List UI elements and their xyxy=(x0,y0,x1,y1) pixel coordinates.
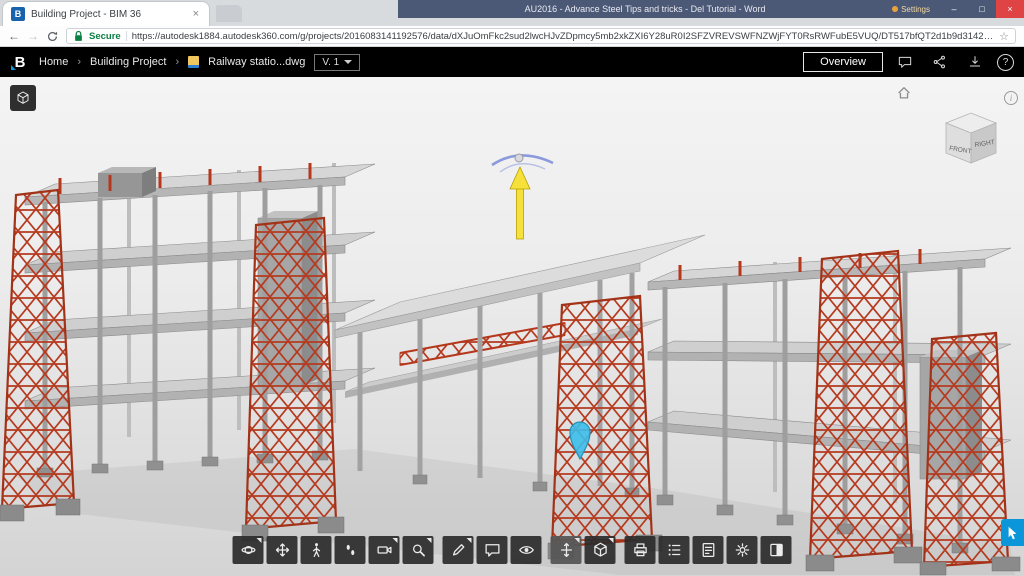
comments-button[interactable] xyxy=(892,50,918,74)
help-button[interactable]: ? xyxy=(997,54,1014,71)
padlock-icon xyxy=(73,30,84,42)
camera-icon xyxy=(375,541,393,559)
share-button[interactable] xyxy=(927,50,953,74)
url-text[interactable]: https://autodesk1884.autodesk360.com/g/p… xyxy=(132,31,994,42)
eye-icon xyxy=(517,541,535,559)
gear-icon xyxy=(733,541,751,559)
back-button[interactable]: ← xyxy=(8,30,20,42)
forward-button[interactable]: → xyxy=(27,30,39,42)
breadcrumb-project[interactable]: Building Project xyxy=(90,56,166,68)
omnibox-divider xyxy=(126,31,127,41)
version-label: V. 1 xyxy=(322,57,339,68)
flyout-arrow-icon xyxy=(257,538,262,543)
footprints-icon xyxy=(341,541,359,559)
move-button[interactable] xyxy=(551,536,582,564)
settings-label: Settings xyxy=(901,5,930,14)
print-button[interactable] xyxy=(625,536,656,564)
railway-station-3d-model[interactable] xyxy=(0,77,1024,576)
breadcrumb-home[interactable]: Home xyxy=(39,56,68,68)
display-settings-button[interactable] xyxy=(761,536,792,564)
viewer-toolbar xyxy=(233,536,792,564)
home-icon xyxy=(896,85,912,101)
version-dropdown[interactable]: V. 1 xyxy=(314,54,360,71)
cursor-icon xyxy=(1006,526,1019,540)
walk-icon xyxy=(307,541,325,559)
window-controls: – □ × xyxy=(940,0,1024,18)
zoom-icon xyxy=(409,541,427,559)
flyout-arrow-icon xyxy=(575,538,580,543)
share-icon xyxy=(932,54,948,70)
orbit-button[interactable] xyxy=(233,536,264,564)
markup-button[interactable] xyxy=(443,536,474,564)
comment-icon xyxy=(897,54,913,70)
new-tab-button[interactable] xyxy=(216,5,242,22)
model-browser-panel-button[interactable] xyxy=(10,85,36,111)
settings-tools-group xyxy=(625,536,792,564)
visibility-button[interactable] xyxy=(511,536,542,564)
maximize-button[interactable]: □ xyxy=(968,0,996,18)
refresh-button[interactable] xyxy=(46,30,59,43)
top-bar: AU2016 - Advance Steel Tips and tricks -… xyxy=(0,0,1024,26)
minimize-button[interactable]: – xyxy=(940,0,968,18)
model-tools-group xyxy=(551,536,616,564)
viewer-stage[interactable]: FRONT RIGHT i xyxy=(0,77,1024,576)
close-button[interactable]: × xyxy=(996,0,1024,18)
browser-tab[interactable]: B Building Project - BIM 36 × xyxy=(2,1,210,26)
bim360-logo[interactable]: B xyxy=(10,52,30,72)
move-icon xyxy=(557,541,575,559)
settings-button[interactable] xyxy=(727,536,758,564)
chevron-down-icon xyxy=(344,60,352,64)
issue-pin-marker[interactable] xyxy=(560,413,600,463)
pan-button[interactable] xyxy=(267,536,298,564)
orbit-icon xyxy=(239,541,257,559)
pencil-icon xyxy=(449,541,467,559)
pan-icon xyxy=(273,541,291,559)
explode-button[interactable] xyxy=(585,536,616,564)
download-button[interactable] xyxy=(962,50,988,74)
flyout-arrow-icon xyxy=(393,538,398,543)
camera-interactions-button[interactable] xyxy=(369,536,400,564)
secure-label: Secure xyxy=(89,31,121,42)
address-bar[interactable]: Secure https://autodesk1884.autodesk360.… xyxy=(66,28,1016,44)
bookmark-star-icon[interactable]: ☆ xyxy=(999,30,1009,43)
flyout-arrow-icon xyxy=(609,538,614,543)
properties-icon xyxy=(699,541,717,559)
tree-list-icon xyxy=(665,541,683,559)
refresh-icon xyxy=(46,30,59,43)
word-title: AU2016 - Advance Steel Tips and tricks -… xyxy=(398,4,892,14)
tab-close-icon[interactable]: × xyxy=(191,8,201,20)
properties-button[interactable] xyxy=(693,536,724,564)
comment-icon xyxy=(483,541,501,559)
markup-tools-group xyxy=(443,536,542,564)
info-button[interactable]: i xyxy=(1004,91,1018,105)
view-cube[interactable]: FRONT RIGHT xyxy=(936,101,1006,171)
breadcrumb-separator: › xyxy=(77,56,81,68)
explode-model-icon xyxy=(591,541,609,559)
word-titlebar: AU2016 - Advance Steel Tips and tricks -… xyxy=(398,0,1024,18)
tab-title: Building Project - BIM 36 xyxy=(31,9,185,20)
settings-badge[interactable]: Settings xyxy=(892,5,930,14)
cube-icon xyxy=(15,90,31,106)
walk-button[interactable] xyxy=(301,536,332,564)
download-icon xyxy=(967,54,983,70)
app-header: B Home › Building Project › Railway stat… xyxy=(0,47,1024,77)
model-browser-button[interactable] xyxy=(659,536,690,564)
file-name: Railway statio...dwg xyxy=(208,56,305,68)
feedback-button[interactable] xyxy=(1001,519,1024,546)
zoom-button[interactable] xyxy=(403,536,434,564)
contrast-icon xyxy=(767,541,785,559)
home-view-button[interactable] xyxy=(896,85,912,106)
flyout-arrow-icon xyxy=(427,538,432,543)
flyout-arrow-icon xyxy=(467,538,472,543)
navigation-tools-group xyxy=(233,536,434,564)
settings-dot-icon xyxy=(892,6,898,12)
print-icon xyxy=(631,541,649,559)
tab-favicon: B xyxy=(11,7,25,21)
browser-toolbar: ← → Secure https://autodesk1884.autodesk… xyxy=(0,26,1024,47)
first-person-button[interactable] xyxy=(335,536,366,564)
overview-button[interactable]: Overview xyxy=(803,52,883,72)
breadcrumb-separator: › xyxy=(175,56,179,68)
comment-button[interactable] xyxy=(477,536,508,564)
dwg-file-icon xyxy=(188,56,199,68)
